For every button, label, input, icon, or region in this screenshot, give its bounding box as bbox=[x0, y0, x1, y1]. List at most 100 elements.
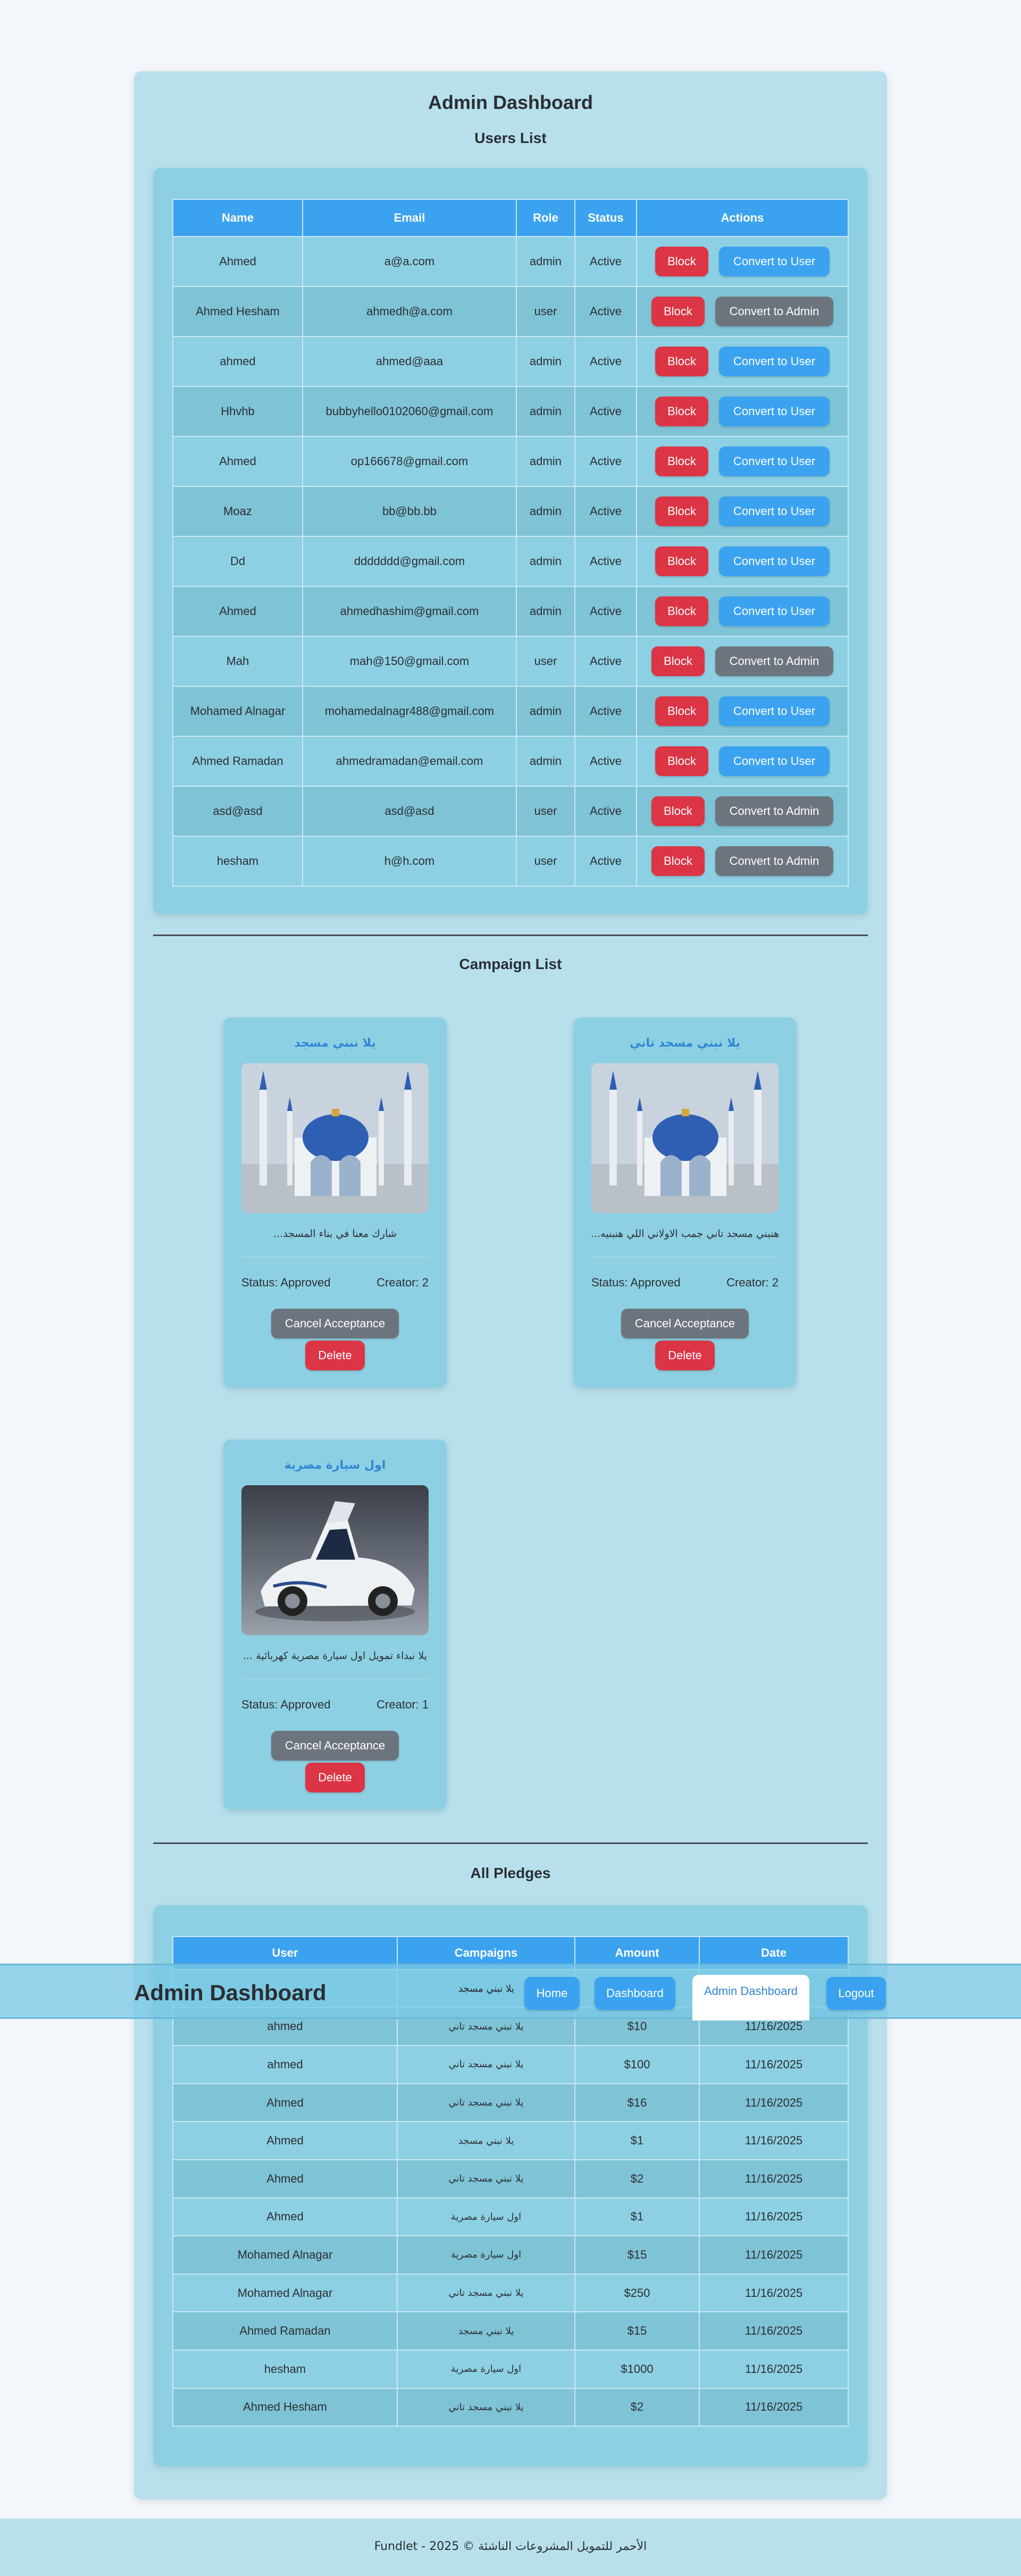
nav-home-button[interactable]: Home bbox=[524, 1977, 580, 2010]
pledge-row: Mohamed Alnagar يلا نبني مسجد تاني $250 11/… bbox=[172, 2273, 849, 2313]
block-button[interactable]: Block bbox=[651, 297, 705, 326]
convert-to-admin-button[interactable]: Convert to Admin bbox=[715, 646, 833, 676]
campaign-image bbox=[241, 1485, 429, 1635]
cancel-acceptance-button[interactable]: Cancel Acceptance bbox=[271, 1309, 399, 1338]
cancel-acceptance-button[interactable]: Cancel Acceptance bbox=[621, 1309, 749, 1338]
convert-to-user-button[interactable]: Convert to User bbox=[719, 397, 830, 426]
delete-campaign-button[interactable]: Delete bbox=[305, 1763, 365, 1792]
users-table-header: Name Email Role Status Actions bbox=[172, 199, 849, 237]
pledge-campaign-cell: يلا نبني مسجد تاني bbox=[397, 2045, 575, 2084]
pledge-row: Ahmed يلا نبني مسجد تاني $2 11/16/2025 bbox=[172, 2159, 849, 2199]
block-button[interactable]: Block bbox=[655, 397, 708, 426]
users-table: Name Email Role Status Actions Ahmed a@a.… bbox=[172, 199, 849, 887]
campaign-title[interactable]: اول سيارة مصرية bbox=[223, 1459, 447, 1472]
convert-to-user-button[interactable]: Convert to User bbox=[719, 546, 830, 576]
campaign-card: يلا نبني مسجد تاني ...هنبني مسجد تاني جمب… bbox=[573, 1017, 797, 1387]
convert-to-user-button[interactable]: Convert to User bbox=[719, 496, 830, 526]
pledge-user-cell: Mohamed Alnagar bbox=[172, 2235, 398, 2275]
user-role-cell: admin bbox=[516, 436, 575, 487]
block-button[interactable]: Block bbox=[651, 646, 705, 676]
user-actions-cell: Block Convert to Admin bbox=[636, 786, 849, 837]
user-role-cell: admin bbox=[516, 536, 575, 587]
convert-to-admin-button[interactable]: Convert to Admin bbox=[715, 297, 833, 326]
user-row: hesham h@h.com user Active Block Convert to A… bbox=[172, 836, 849, 887]
block-button[interactable]: Block bbox=[655, 696, 708, 726]
convert-to-user-button[interactable]: Convert to User bbox=[719, 447, 830, 476]
mosque-image bbox=[241, 1063, 429, 1213]
block-button[interactable]: Block bbox=[655, 347, 708, 376]
pledge-amount-cell: $15 bbox=[574, 2311, 700, 2351]
pledge-amount-cell: $2 bbox=[574, 2159, 700, 2199]
cancel-acceptance-button[interactable]: Cancel Acceptance bbox=[271, 1731, 399, 1761]
column-header-actions: Actions bbox=[636, 199, 849, 237]
user-email-cell: ahmedramadan@email.com bbox=[302, 736, 517, 787]
user-row: Ahmed Ramadan ahmedramadan@email.com admin… bbox=[172, 736, 849, 787]
user-name-cell: hesham bbox=[172, 836, 303, 887]
campaign-card: يلا نبني مسجد ...شارك معنا في بناء المسجد… bbox=[223, 1017, 447, 1387]
delete-campaign-button[interactable]: Delete bbox=[305, 1341, 365, 1370]
convert-to-admin-button[interactable]: Convert to Admin bbox=[715, 796, 833, 826]
block-button[interactable]: Block bbox=[655, 247, 708, 276]
nav-admin-dashboard-button[interactable]: Admin Dashboard bbox=[692, 1975, 809, 2021]
user-email-cell: a@a.com bbox=[302, 236, 517, 287]
pledge-amount-cell: $1000 bbox=[574, 2349, 700, 2389]
user-name-cell: Mohamed Alnagar bbox=[172, 686, 303, 737]
user-role-cell: user bbox=[516, 636, 575, 687]
pledge-campaign-cell: يلا نبني مسجد bbox=[397, 2311, 575, 2351]
pledges-section-title: All Pledges bbox=[470, 1865, 551, 1881]
pledge-campaign-cell: يلا نبني مسجد تاني bbox=[397, 2387, 575, 2427]
block-button[interactable]: Block bbox=[651, 846, 705, 876]
pledge-amount-cell: $16 bbox=[574, 2083, 700, 2123]
nav-logout-button[interactable]: Logout bbox=[826, 1977, 886, 2010]
user-name-cell: Mah bbox=[172, 636, 303, 687]
convert-to-user-button[interactable]: Convert to User bbox=[719, 596, 830, 626]
pledge-date-cell: 11/16/2025 bbox=[699, 2197, 849, 2237]
pledge-campaign-cell: اول سيارة مصرية bbox=[397, 2349, 575, 2389]
user-row: Mohamed Alnagar mohamedalnagr488@gmail.co… bbox=[172, 686, 849, 737]
campaign-description: ...شارك معنا في بناء المسجد bbox=[273, 1228, 397, 1240]
user-row: Ahmed a@a.com admin Active Block Convert to U… bbox=[172, 236, 849, 287]
pledge-row: Mohamed Alnagar اول سيارة مصرية $15 11/16/2… bbox=[172, 2235, 849, 2275]
pledge-user-cell: Mohamed Alnagar bbox=[172, 2273, 398, 2313]
user-actions-cell: Block Convert to Admin bbox=[636, 836, 849, 887]
nav-dashboard-button[interactable]: Dashboard bbox=[595, 1977, 675, 2010]
block-button[interactable]: Block bbox=[655, 746, 708, 776]
pledge-user-cell: Ahmed bbox=[172, 2159, 398, 2199]
user-status-cell: Active bbox=[574, 336, 637, 387]
user-status-cell: Active bbox=[574, 636, 637, 687]
user-email-cell: h@h.com bbox=[302, 836, 517, 887]
user-actions-cell: Block Convert to User bbox=[636, 386, 849, 437]
campaign-title[interactable]: يلا نبني مسجد bbox=[223, 1037, 447, 1050]
user-row: Ahmed ahmedhashim@gmail.com admin Active Blo… bbox=[172, 586, 849, 637]
user-status-cell: Active bbox=[574, 436, 637, 487]
user-row: Hhvhb bubbyhello0102060@gmail.com admin Act… bbox=[172, 386, 849, 437]
convert-to-user-button[interactable]: Convert to User bbox=[719, 696, 830, 726]
pledge-row: Ahmed اول سيارة مصرية $1 11/16/2025 bbox=[172, 2197, 849, 2237]
user-actions-cell: Block Convert to User bbox=[636, 586, 849, 637]
block-button[interactable]: Block bbox=[655, 596, 708, 626]
pledges-table-body: يلا نبني مسجدahmedيلا نبني مسجد تاني$101… bbox=[172, 1969, 849, 2427]
user-status-cell: Active bbox=[574, 486, 637, 537]
block-button[interactable]: Block bbox=[655, 447, 708, 476]
user-email-cell: op166678@gmail.com bbox=[302, 436, 517, 487]
delete-campaign-button[interactable]: Delete bbox=[655, 1341, 715, 1370]
pledge-row: Ahmed يلا نبني مسجد $1 11/16/2025 bbox=[172, 2121, 849, 2160]
user-status-cell: Active bbox=[574, 236, 637, 287]
convert-to-user-button[interactable]: Convert to User bbox=[719, 746, 830, 776]
campaign-creator: Creator: 2 bbox=[376, 1276, 429, 1289]
pledge-user-cell: hesham bbox=[172, 2349, 398, 2389]
user-email-cell: bb@bb.bb bbox=[302, 486, 517, 537]
user-role-cell: user bbox=[516, 786, 575, 837]
block-button[interactable]: Block bbox=[655, 546, 708, 576]
pledge-date-cell: 11/16/2025 bbox=[699, 2311, 849, 2351]
block-button[interactable]: Block bbox=[655, 496, 708, 526]
convert-to-admin-button[interactable]: Convert to Admin bbox=[715, 846, 833, 876]
user-email-cell: ahmedh@a.com bbox=[302, 286, 517, 337]
block-button[interactable]: Block bbox=[651, 796, 705, 826]
convert-to-user-button[interactable]: Convert to User bbox=[719, 347, 830, 376]
user-row: Ahmed Hesham ahmedh@a.com user Active Block C… bbox=[172, 286, 849, 337]
pledge-date-cell: 11/16/2025 bbox=[699, 2273, 849, 2313]
navbar-brand[interactable]: Admin Dashboard bbox=[134, 1980, 327, 2006]
campaign-title[interactable]: يلا نبني مسجد تاني bbox=[573, 1037, 797, 1050]
convert-to-user-button[interactable]: Convert to User bbox=[719, 247, 830, 276]
